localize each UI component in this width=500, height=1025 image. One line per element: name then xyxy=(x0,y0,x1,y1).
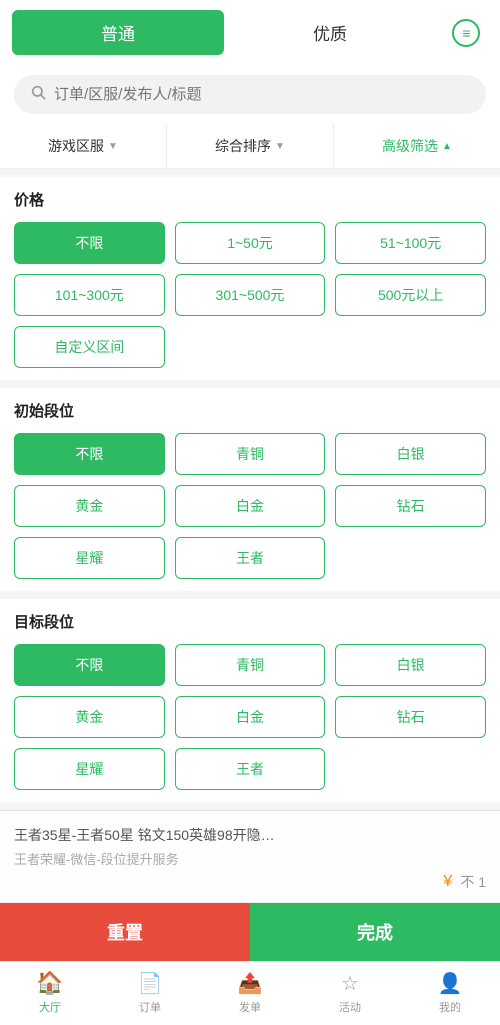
target-rank-title: 目标段位 xyxy=(14,611,486,632)
orders-icon: 📄 xyxy=(138,971,163,996)
initial-rank-btn-2[interactable]: 白银 xyxy=(335,433,486,475)
nav-label-activity: 活动 xyxy=(339,999,361,1015)
target-rank-btn-1[interactable]: 青铜 xyxy=(175,644,326,686)
target-rank-btn-5[interactable]: 钻石 xyxy=(335,696,486,738)
target-rank-btn-3[interactable]: 黄金 xyxy=(14,696,165,738)
target-rank-section: 目标段位 不限 青铜 白银 黄金 白金 钻石 星耀 王者 xyxy=(0,599,500,802)
target-rank-btn-7[interactable]: 王者 xyxy=(175,748,326,790)
target-rank-btn-4[interactable]: 白金 xyxy=(175,696,326,738)
price-btn-4[interactable]: 301~500元 xyxy=(175,274,326,316)
initial-rank-btn-3[interactable]: 黄金 xyxy=(14,485,165,527)
tab-quality[interactable]: 优质 xyxy=(224,10,436,55)
filter-region-label: 游戏区服 xyxy=(48,136,104,156)
filter-advanced[interactable]: 高级筛选 ▲ xyxy=(334,124,500,168)
price-btn-1[interactable]: 1~50元 xyxy=(175,222,326,264)
search-icon xyxy=(30,84,46,105)
advanced-arrow-icon: ▲ xyxy=(442,141,452,152)
filter-advanced-label: 高级筛选 xyxy=(382,136,438,156)
overlay-price-row: ¥ 不 1 xyxy=(14,872,486,892)
initial-rank-btn-6[interactable]: 星耀 xyxy=(14,537,165,579)
filter-sort-label: 综合排序 xyxy=(215,136,271,156)
price-btn-3[interactable]: 101~300元 xyxy=(14,274,165,316)
target-rank-button-grid: 不限 青铜 白银 黄金 白金 钻石 星耀 王者 xyxy=(14,644,486,790)
overlay-sub-text: 王者荣耀-微信-段位提升服务 xyxy=(14,849,486,868)
price-symbol: ¥ xyxy=(443,873,452,891)
reset-button[interactable]: 重置 xyxy=(0,903,250,961)
target-rank-btn-2[interactable]: 白银 xyxy=(335,644,486,686)
initial-rank-btn-5[interactable]: 钻石 xyxy=(335,485,486,527)
region-arrow-icon: ▼ xyxy=(108,141,118,152)
menu-button[interactable]: ≡ xyxy=(444,11,488,55)
initial-rank-button-grid: 不限 青铜 白银 黄金 白金 钻石 星耀 王者 xyxy=(14,433,486,579)
nav-label-orders: 订单 xyxy=(139,999,161,1015)
initial-rank-btn-0[interactable]: 不限 xyxy=(14,433,165,475)
nav-item-post[interactable]: 📤 发单 xyxy=(200,968,300,1017)
target-rank-btn-0[interactable]: 不限 xyxy=(14,644,165,686)
price-value: 不 1 xyxy=(460,872,486,892)
price-section: 价格 不限 1~50元 51~100元 101~300元 301~500元 50… xyxy=(0,177,500,380)
nav-item-mine[interactable]: 👤 我的 xyxy=(400,968,500,1017)
nav-item-lobby[interactable]: 🏠 大厅 xyxy=(0,968,100,1017)
tab-normal[interactable]: 普通 xyxy=(12,10,224,55)
bottom-nav: 🏠 大厅 📄 订单 📤 发单 ☆ 活动 👤 我的 xyxy=(0,961,500,1025)
price-btn-0[interactable]: 不限 xyxy=(14,222,165,264)
action-row: 重置 完成 xyxy=(0,902,500,961)
nav-label-mine: 我的 xyxy=(439,999,461,1015)
menu-icon: ≡ xyxy=(452,19,480,47)
price-btn-custom[interactable]: 自定义区间 xyxy=(14,326,165,368)
search-bar xyxy=(0,65,500,124)
initial-rank-btn-7[interactable]: 王者 xyxy=(175,537,326,579)
price-btn-5[interactable]: 500元以上 xyxy=(335,274,486,316)
initial-rank-btn-4[interactable]: 白金 xyxy=(175,485,326,527)
search-inner xyxy=(14,75,486,114)
initial-rank-section: 初始段位 不限 青铜 白银 黄金 白金 钻石 星耀 王者 xyxy=(0,388,500,591)
home-icon: 🏠 xyxy=(36,970,63,996)
filter-sort[interactable]: 综合排序 ▼ xyxy=(167,124,334,168)
nav-item-orders[interactable]: 📄 订单 xyxy=(100,968,200,1017)
top-tab-bar: 普通 优质 ≡ xyxy=(0,0,500,65)
sort-arrow-icon: ▼ xyxy=(275,141,285,152)
overlay-section: 王者35星-王者50星 铭文150英雄98开隐… 王者荣耀-微信-段位提升服务 … xyxy=(0,810,500,902)
activity-icon: ☆ xyxy=(341,971,359,996)
filter-row: 游戏区服 ▼ 综合排序 ▼ 高级筛选 ▲ xyxy=(0,124,500,169)
profile-icon: 👤 xyxy=(438,971,463,996)
price-btn-2[interactable]: 51~100元 xyxy=(335,222,486,264)
price-button-grid: 不限 1~50元 51~100元 101~300元 301~500元 500元以… xyxy=(14,222,486,368)
overlay-main-text: 王者35星-王者50星 铭文150英雄98开隐… xyxy=(14,825,486,845)
initial-rank-btn-1[interactable]: 青铜 xyxy=(175,433,326,475)
target-rank-btn-6[interactable]: 星耀 xyxy=(14,748,165,790)
nav-label-lobby: 大厅 xyxy=(39,999,61,1015)
nav-item-activity[interactable]: ☆ 活动 xyxy=(300,968,400,1017)
post-icon: 📤 xyxy=(238,971,263,996)
price-title: 价格 xyxy=(14,189,486,210)
filter-region[interactable]: 游戏区服 ▼ xyxy=(0,124,167,168)
nav-label-post: 发单 xyxy=(239,999,261,1015)
done-button[interactable]: 完成 xyxy=(250,903,500,961)
search-input[interactable] xyxy=(54,86,470,103)
initial-rank-title: 初始段位 xyxy=(14,400,486,421)
